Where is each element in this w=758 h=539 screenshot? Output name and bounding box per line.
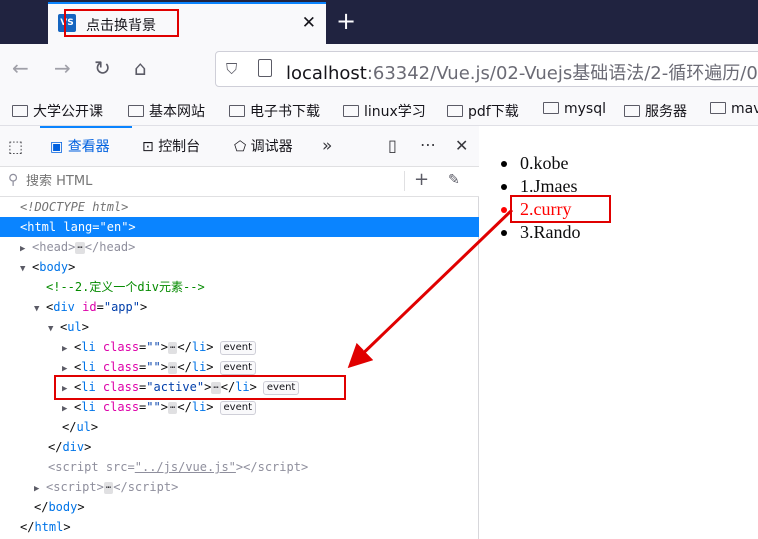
- arrow-line: [347, 208, 514, 369]
- annotation-arrow: [347, 208, 514, 369]
- browser-window: { "browser": { "tab": {"favicon_text": "…: [0, 0, 758, 539]
